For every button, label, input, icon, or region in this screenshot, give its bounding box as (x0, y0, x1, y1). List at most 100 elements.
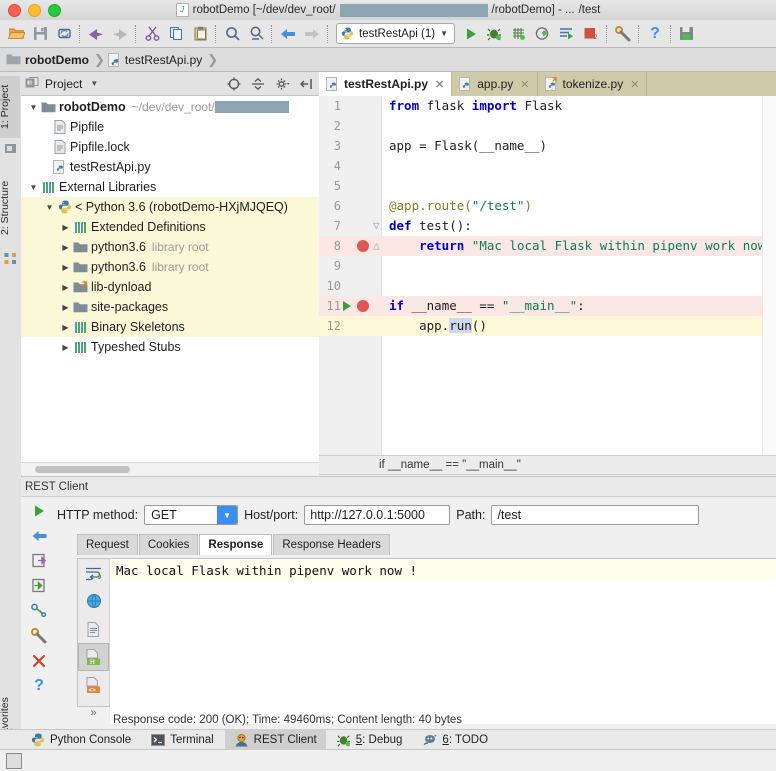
close-icon[interactable]: ✕ (520, 78, 529, 91)
back-icon[interactable] (276, 23, 300, 45)
settings-wrench-icon[interactable] (611, 23, 635, 45)
sidebar-item-structure[interactable]: 2: Structure (0, 168, 20, 248)
chevron-right-icon[interactable]: ▶ (59, 283, 72, 292)
chevron-down-icon[interactable]: ▼ (43, 203, 56, 212)
collapse-icon[interactable] (249, 75, 267, 93)
gear-icon[interactable] (273, 75, 291, 93)
close-icon[interactable]: ✕ (630, 78, 639, 91)
view-as-code-icon[interactable]: <> (78, 671, 109, 699)
tab-testrestapi-py[interactable]: testRestApi.py ✕ (319, 72, 452, 96)
tree-row-typeshed-stubs[interactable]: ▶ Typeshed Stubs (21, 337, 319, 357)
tool-window-terminal[interactable]: Terminal (142, 729, 222, 750)
project-tree[interactable]: ▼ robotDemo ~/dev/dev_root/ Pipfile Pipf… (21, 97, 319, 463)
tab-app-py[interactable]: app.py ✕ (452, 72, 537, 96)
tab-response[interactable]: Response (199, 534, 272, 555)
run-gutter-icon[interactable] (343, 301, 351, 311)
copy-icon[interactable] (164, 23, 188, 45)
tab-response-headers[interactable]: Response Headers (273, 534, 389, 555)
path-input[interactable]: /test (491, 505, 699, 525)
tree-row-python36-libroot-1[interactable]: ▶ python3.6 library root (21, 237, 319, 257)
find-icon[interactable] (220, 23, 244, 45)
fold-marker-icon[interactable]: ▽ (373, 216, 380, 236)
chevron-down-icon[interactable]: ▼ (217, 506, 237, 524)
coverage-icon[interactable] (507, 23, 531, 45)
tab-request[interactable]: Request (77, 534, 138, 555)
chevron-down-icon[interactable]: ▼ (440, 29, 448, 38)
view-as-text-icon[interactable] (78, 615, 109, 643)
run-request-icon[interactable] (21, 498, 57, 523)
redo-icon[interactable] (108, 23, 132, 45)
import-icon[interactable] (21, 573, 57, 598)
stop-icon[interactable]: 2 (579, 23, 603, 45)
replace-icon[interactable] (244, 23, 268, 45)
debug-icon[interactable] (483, 23, 507, 45)
previous-icon[interactable] (21, 523, 57, 548)
fold-marker-icon[interactable]: △ (373, 236, 380, 256)
tree-row-binary-skeletons[interactable]: ▶ Binary Skeletons (21, 317, 319, 337)
project-horizontal-scrollbar[interactable] (21, 462, 319, 475)
editor-scrollbar[interactable] (762, 96, 776, 455)
tool-window-python-console[interactable]: Python Console (22, 729, 140, 750)
tree-row-site-packages[interactable]: ▶ site-packages (21, 297, 319, 317)
close-icon[interactable]: ✕ (435, 78, 444, 91)
tree-row-pipfile-lock[interactable]: Pipfile.lock (21, 137, 319, 157)
tab-tokenize-py[interactable]: tokenize.py ✕ (538, 72, 648, 96)
tree-row-python36-libroot-2[interactable]: ▶ python3.6 library root (21, 257, 319, 277)
response-body[interactable]: Mac local Flask within pipenv work now ! (110, 559, 776, 706)
soft-wrap-icon[interactable] (78, 559, 109, 587)
tree-row-external-libraries[interactable]: ▼ External Libraries (21, 177, 319, 197)
chevron-right-icon[interactable]: ▶ (59, 343, 72, 352)
tree-row-python36[interactable]: ▼ < Python 3.6 (robotDemo-HXjMJQEQ) (21, 197, 319, 217)
chevron-right-icon[interactable]: ▶ (59, 303, 72, 312)
open-folder-icon[interactable] (4, 23, 28, 45)
chevron-right-icon[interactable]: ▶ (59, 223, 72, 232)
forward-icon[interactable] (300, 23, 324, 45)
paste-icon[interactable] (188, 23, 212, 45)
save-all-icon[interactable] (28, 23, 52, 45)
close-icon[interactable] (21, 648, 57, 673)
tree-row-extended-definitions[interactable]: ▶ Extended Definitions (21, 217, 319, 237)
tool-window-debug[interactable]: 5: Debug (328, 729, 412, 750)
tab-cookies[interactable]: Cookies (139, 534, 199, 555)
sidebar-item-project[interactable]: 1: Project (0, 76, 20, 138)
profile-icon[interactable] (531, 23, 555, 45)
chevron-right-icon: ❯ (207, 52, 218, 68)
tree-row-pipfile[interactable]: Pipfile (21, 117, 319, 137)
hide-icon[interactable] (297, 75, 315, 93)
open-in-browser-icon[interactable] (78, 587, 109, 615)
chevron-right-icon[interactable]: ▶ (59, 263, 72, 272)
settings-wrench-icon[interactable] (21, 623, 57, 648)
undo-icon[interactable] (84, 23, 108, 45)
run-configuration-selector[interactable]: testRestApi (1) ▼ (336, 23, 455, 44)
help-icon[interactable]: ? (21, 673, 57, 698)
tool-window-todo[interactable]: 6: TODO (413, 729, 497, 750)
tool-window-toggle-icon[interactable] (6, 753, 22, 769)
breakpoint-icon[interactable] (357, 240, 369, 252)
run-tool-icon[interactable] (555, 23, 579, 45)
chevron-down-icon[interactable]: ▼ (27, 103, 40, 112)
target-icon[interactable] (225, 75, 243, 93)
chevron-right-icon[interactable]: ▶ (59, 323, 72, 332)
chevron-down-icon[interactable]: ▼ (90, 79, 98, 88)
scrollbar-thumb[interactable] (35, 466, 130, 473)
run-icon[interactable] (459, 23, 483, 45)
breadcrumb-item-file[interactable]: testRestApi.py (108, 53, 202, 67)
tree-row-lib-dynload[interactable]: ▶ lib-dynload (21, 277, 319, 297)
tree-row-testrestapi[interactable]: testRestApi.py (21, 157, 319, 177)
chevron-down-icon[interactable]: ▼ (27, 183, 40, 192)
host-port-input[interactable]: http://127.0.0.1:5000 (304, 505, 450, 525)
cut-icon[interactable] (140, 23, 164, 45)
help-icon[interactable]: ? (643, 23, 667, 45)
breadcrumb-item-project[interactable]: robotDemo (6, 53, 89, 67)
tree-row-robotdemo[interactable]: ▼ robotDemo ~/dev/dev_root/ (21, 97, 319, 117)
export-icon[interactable] (21, 548, 57, 573)
sync-icon[interactable] (52, 23, 76, 45)
tool-window-rest-client[interactable]: REST Client (225, 729, 326, 750)
chevron-right-icon[interactable]: ▶ (59, 243, 72, 252)
code-editor[interactable]: 1 from flask import Flask 2 3 app = Flas… (319, 96, 776, 455)
view-as-html-icon[interactable]: H (78, 643, 109, 671)
auth-key-icon[interactable] (21, 598, 57, 623)
http-method-select[interactable]: GET ▼ (144, 505, 238, 525)
save-green-icon[interactable] (675, 23, 699, 45)
breakpoint-icon[interactable] (357, 300, 369, 312)
